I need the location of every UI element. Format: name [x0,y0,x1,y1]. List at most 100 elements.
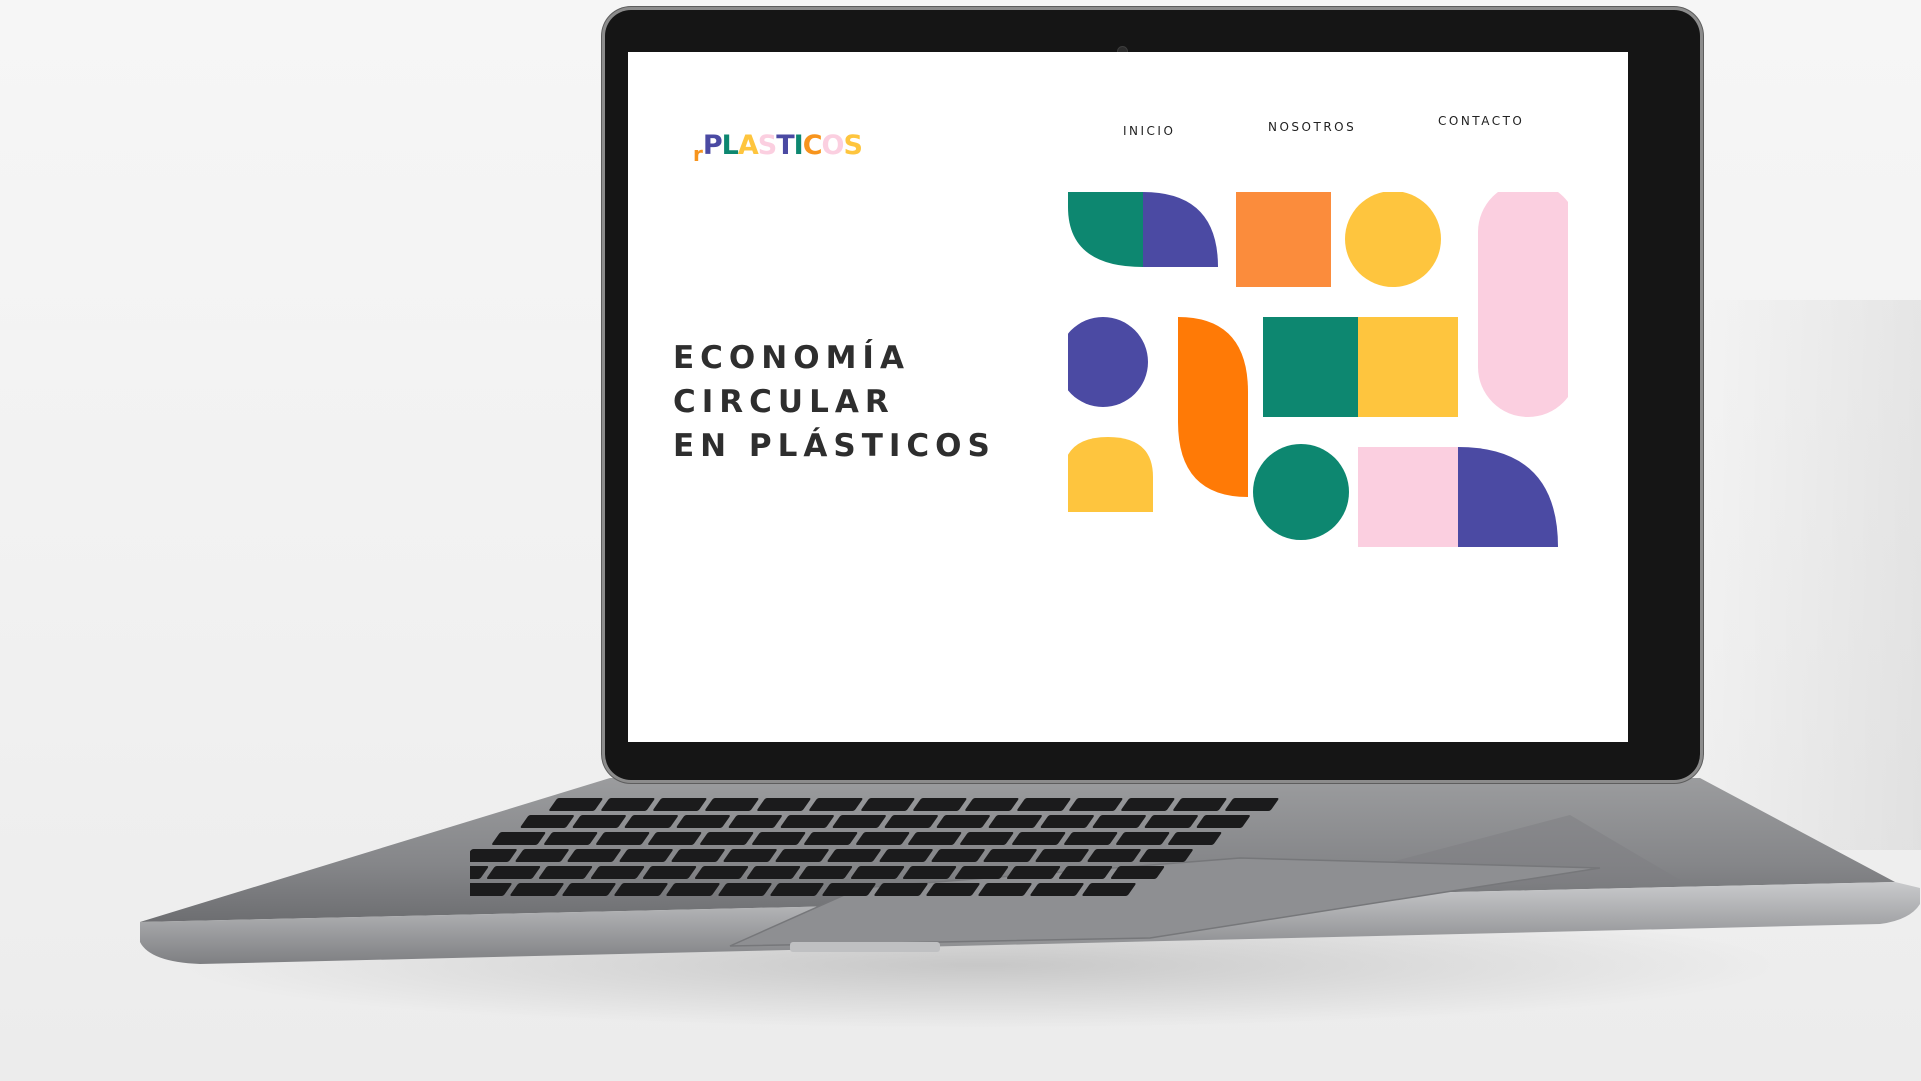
orange-leaf-shape [1178,317,1248,497]
keyboard-key [520,815,574,828]
keyboard-key [1006,866,1061,879]
yellow-square-shape [1358,317,1458,417]
keyboard-key [1082,883,1136,896]
keyboard-key [705,798,759,811]
keyboard-key [1087,849,1141,862]
keyboard-key [965,798,1019,811]
site-logo[interactable]: r PLASTICOS [693,130,863,170]
logo-prefix: r [693,142,703,166]
yellow-arch-shape [1068,437,1153,512]
logo-letter: A [737,130,759,161]
keyboard-key [1017,798,1071,811]
keyboard-key [1069,798,1123,811]
keyboard-key [671,849,725,862]
keyboard-key [983,849,1037,862]
logo-letter: S [843,130,863,161]
keyboard-key [913,798,967,811]
keyboard-key [850,866,905,879]
pink-pill-shape [1478,192,1568,417]
keyboard-key [492,832,546,845]
keyboard-key [549,798,603,811]
keyboard-key [596,832,650,845]
pink-rectangle-shape [1358,447,1458,547]
keyboard-key [666,883,720,896]
logo-letter: L [721,130,739,161]
keyboard-key [590,866,645,879]
keyboard-key [780,815,834,828]
keyboard-key [567,849,621,862]
keyboard-key [926,883,980,896]
keyboard-key [510,883,564,896]
teal-square-shape [1263,317,1358,417]
indigo-circle-shape [1068,317,1148,407]
keyboard-key [861,798,915,811]
logo-letter: T [776,130,794,161]
hero-title-line-3: EN PLÁSTICOS [673,428,996,464]
keyboard-key [1196,815,1250,828]
keyboard-key [1116,832,1170,845]
nav-inicio-link[interactable]: INICIO [1123,124,1175,138]
keyboard-key [827,849,881,862]
wall-shadow [1700,300,1921,850]
keyboard-key [544,832,598,845]
logo-letter: C [802,130,823,161]
keyboard-key [694,866,749,879]
keyboard-key [1064,832,1118,845]
keyboard-key [978,883,1032,896]
logo-letter: I [793,130,804,161]
keyboard-key [1168,832,1222,845]
keyboard-key [1173,798,1227,811]
keyboard-key [653,798,707,811]
logo-letter: S [757,130,777,161]
keyboard-key [874,883,928,896]
hero-title-line-2: CIRCULAR [673,384,895,420]
keyboard-key [470,849,517,862]
keyboard-key [879,849,933,862]
keyboard-key [775,849,829,862]
keyboard-key [624,815,678,828]
keyboard-key [856,832,910,845]
geometric-shapes-illustration [1068,192,1568,547]
keyboard-key [931,849,985,862]
keyboard-key [936,815,990,828]
keyboard-key [572,815,626,828]
keyboard-key [676,815,730,828]
keyboard-key [619,849,673,862]
keyboard-key [1121,798,1175,811]
keyboard-key [1035,849,1089,862]
keyboard-key [470,883,512,896]
hero-title: ECONOMÍA CIRCULAR EN PLÁSTICOS [673,340,1093,468]
keyboard-key [902,866,957,879]
keyboard-key [470,866,489,879]
keyboard-key [1058,866,1113,879]
keyboard-key [1040,815,1094,828]
keyboard-key [809,798,863,811]
logo-letter: P [702,130,723,161]
keyboard-key [1030,883,1084,896]
keyboard-key [988,815,1042,828]
keyboard-key [832,815,886,828]
teal-quarter-circle-shape [1068,192,1143,267]
keyboard-key [642,866,697,879]
keyboard-key [798,866,853,879]
keyboard-key [1225,798,1279,811]
teal-circle-shape [1253,444,1349,540]
keyboard-key [757,798,811,811]
nav-nosotros-link[interactable]: NOSOTROS [1268,120,1356,134]
keyboard-key [770,883,824,896]
nav-contacto-link[interactable]: CONTACTO [1438,114,1524,128]
hero-title-line-1: ECONOMÍA [673,340,910,376]
keyboard-key [1012,832,1066,845]
keyboard-key [1092,815,1146,828]
keyboard-key [648,832,702,845]
keyboard-key [1110,866,1165,879]
keyboard-key [822,883,876,896]
keyboard-key [960,832,1014,845]
keyboard-key [1139,849,1193,862]
keyboard-key [562,883,616,896]
keyboard-key [954,866,1009,879]
keyboard-key [752,832,806,845]
keyboard [470,798,1279,896]
keyboard-key [1144,815,1198,828]
website-screen: r PLASTICOS INICIO NOSOTROS CONTACTO ECO… [628,52,1628,742]
